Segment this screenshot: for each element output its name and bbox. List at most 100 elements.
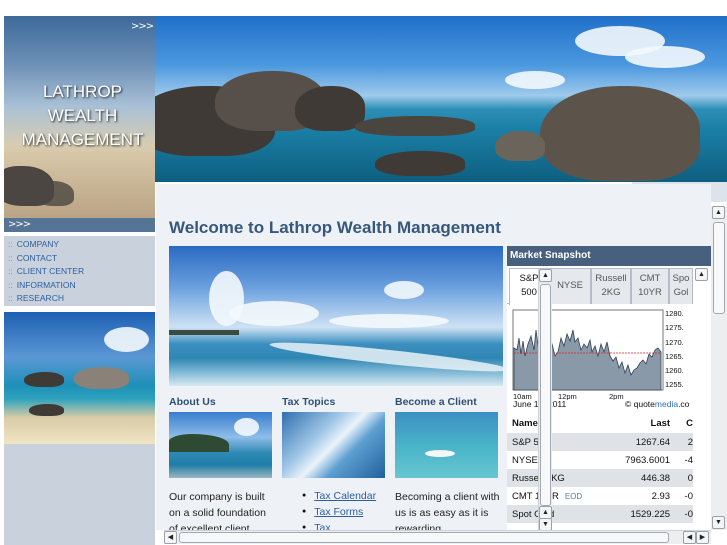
island	[169, 434, 229, 452]
triangle-up-icon[interactable]: ▲	[539, 269, 552, 282]
tax-topics-thumbnail[interactable]	[282, 412, 385, 478]
tab-line-2: Gol	[673, 287, 689, 298]
tax-links: Tax Calendar Tax Forms Tax	[302, 488, 376, 530]
tax-link[interactable]: Tax	[314, 522, 330, 530]
page-horizontal-scrollbar[interactable]: ◀ ◀ ▶	[164, 530, 711, 544]
about-us-thumbnail[interactable]	[169, 412, 272, 478]
tax-topics-heading[interactable]: Tax Topics	[282, 396, 335, 408]
credit-prefix: © quote	[625, 399, 655, 409]
about-us-heading[interactable]: About Us	[169, 396, 216, 408]
quote-change: -0	[684, 490, 693, 502]
nav-item-label: RESEARCH	[16, 293, 64, 304]
nav-item-company[interactable]: :: COMPANY	[4, 239, 155, 253]
y-tick-label: 1260.	[665, 366, 684, 375]
tab-line-1: CMT	[639, 273, 661, 284]
chart-credit[interactable]: © quotemedia.co	[625, 399, 689, 409]
y-tick-label: 1255.	[665, 380, 684, 389]
quote-change: 0	[670, 469, 693, 487]
column-header-last: Last	[650, 417, 671, 429]
table-row[interactable]: Russell 2KG 446.38 0	[507, 469, 693, 487]
rock	[74, 367, 129, 389]
table-row[interactable]: S&P 500 1267.64 2	[507, 433, 693, 451]
quote-last: 2.93	[651, 490, 671, 502]
cloud	[625, 46, 705, 68]
sidebar-nav: :: COMPANY :: CONTACT :: CLIENT CENTER :: IN…	[4, 236, 155, 306]
tab-line-2: 10YR	[638, 287, 662, 298]
triangle-down-icon[interactable]: ▼	[712, 516, 725, 529]
become-client-heading[interactable]: Become a Client	[395, 396, 477, 408]
become-client-thumbnail[interactable]	[395, 412, 498, 478]
page-vertical-scrollbar[interactable]: ▲ ▼	[711, 206, 727, 530]
market-snapshot-title: Market Snapshot	[507, 246, 711, 266]
page-title: Welcome to Lathrop Wealth Management	[169, 218, 501, 237]
column-header-change: C	[686, 417, 693, 429]
brand-logo[interactable]: LATHROP WEALTH MANAGEMENT	[10, 80, 155, 152]
banner-band: >>>	[4, 218, 155, 232]
sidebar-fill	[4, 444, 155, 545]
quote-change: 2	[670, 433, 693, 451]
rock	[355, 116, 475, 136]
boat	[425, 450, 455, 457]
table-row[interactable]: NYSE 7963.6001 -4	[507, 451, 693, 469]
rock	[540, 86, 700, 181]
tab-line-2: 2KG	[601, 287, 621, 298]
cloud	[384, 281, 424, 299]
nav-item-research[interactable]: :: RESEARCH	[4, 293, 155, 307]
scrollbar-thumb[interactable]	[540, 284, 551, 506]
tax-calendar-link[interactable]: Tax Calendar	[314, 490, 376, 502]
market-tabs: S&P 500 NYSE Russell 2KG CMT 10YR Spo Go…	[507, 268, 693, 305]
triangle-left-icon[interactable]: ◀	[683, 531, 696, 544]
top-strip	[0, 0, 727, 16]
credit-accent: media	[654, 399, 679, 409]
y-tick-label: 1270.	[665, 338, 684, 347]
nav-bullet: ::	[8, 293, 13, 304]
table-row[interactable]: Spot Gold 1529.225 -0	[507, 505, 693, 523]
tab-russell-2kg[interactable]: Russell 2KG	[591, 268, 631, 304]
cloud	[234, 418, 259, 436]
table-header-row: Name Last C	[507, 413, 693, 433]
market-widget-scrollbar[interactable]: ▲ ▲ ▼	[538, 269, 552, 531]
table-row[interactable]: CMT 10YR EOD 2.93 -0	[507, 487, 693, 505]
brand-line-2: MANAGEMENT	[21, 130, 144, 149]
quote-name: Spot Gold	[507, 505, 610, 523]
nav-item-contact[interactable]: :: CONTACT	[4, 253, 155, 267]
tax-forms-link[interactable]: Tax Forms	[314, 506, 363, 518]
nav-item-client-center[interactable]: :: CLIENT CENTER	[4, 266, 155, 280]
triangle-up-icon[interactable]: ▲	[712, 206, 725, 219]
quote-name: S&P 500	[507, 433, 610, 451]
surf	[268, 337, 503, 377]
tab-nyse[interactable]: NYSE	[549, 268, 591, 304]
y-tick-label: 1265.	[665, 352, 684, 361]
shoreline	[169, 330, 239, 335]
quote-last: 1267.64	[609, 433, 671, 451]
brand-line-1: LATHROP WEALTH	[42, 82, 123, 125]
rock	[34, 181, 74, 206]
tab-line-1: Spo	[672, 273, 690, 284]
quote-last: 7963.6001	[625, 454, 671, 466]
sidebar-beach-photo	[4, 312, 155, 444]
cloud	[329, 314, 449, 328]
scrollbar-thumb[interactable]	[179, 532, 669, 543]
left-banner-image: >>> LATHROP WEALTH MANAGEMENT	[4, 16, 155, 232]
nav-bullet: ::	[8, 239, 13, 249]
become-client-text: Becoming a client with us is as easy as …	[395, 491, 500, 530]
nav-item-information[interactable]: :: INFORMATION	[4, 280, 155, 294]
triangle-right-icon[interactable]: ▶	[696, 531, 709, 544]
rock	[29, 404, 64, 416]
tab-cmt-10yr[interactable]: CMT 10YR	[631, 268, 669, 304]
nav-bullet: ::	[8, 266, 13, 277]
banner-arrows-top[interactable]: >>>	[131, 21, 154, 32]
rock	[375, 151, 465, 176]
credit-suffix: .co	[678, 399, 690, 409]
triangle-left-icon[interactable]: ◀	[164, 531, 177, 544]
column-header-name: Name	[512, 417, 538, 429]
cloud	[104, 327, 149, 352]
scrollbar-thumb[interactable]	[713, 222, 725, 314]
tab-spot-gold[interactable]: Spo Gol	[669, 268, 693, 304]
tab-scroll-up-button[interactable]: ▲	[695, 268, 708, 281]
about-us-text: Our company is built on a solid foundati…	[169, 491, 266, 530]
tax-link-item: Tax Forms	[302, 504, 376, 520]
banner-arrows-bottom[interactable]: >>>	[8, 219, 31, 230]
nav-bullet: ::	[8, 252, 13, 263]
quote-change: -0	[670, 505, 693, 523]
